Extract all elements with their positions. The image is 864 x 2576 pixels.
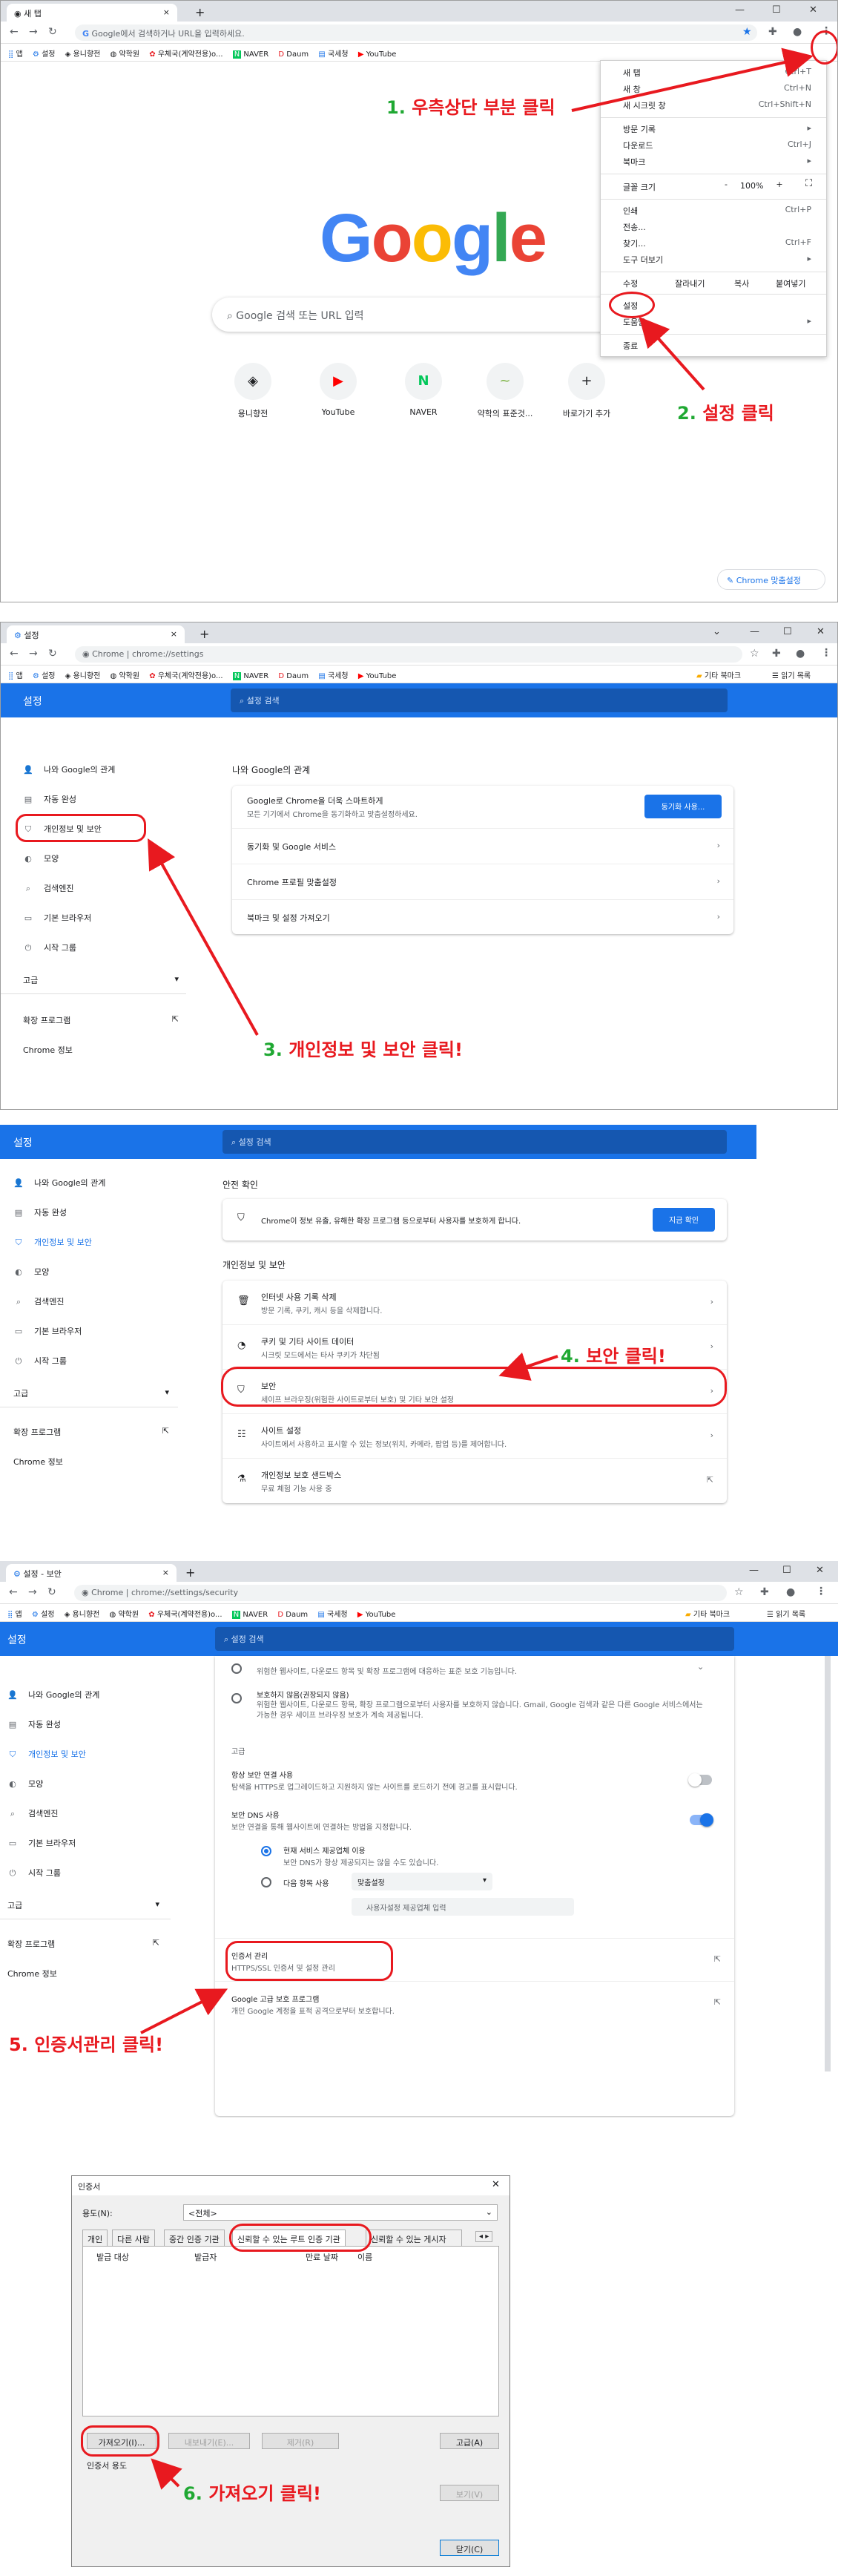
- annotation-arrows: [140, 1988, 228, 2034]
- arrow-to-settings: [639, 317, 705, 391]
- arrow-to-menu: [571, 47, 814, 112]
- panel-privacy: 설정 ⌕ 설정 검색 👤 나와 Google의 관계 ▤ 자동 완성 ⛉ 개인정보 및…: [0, 1125, 756, 1540]
- panel-new-tab: ◉ 새 탭 × + — ☐ ✕ ← → ↻ G Google에서 검색하거나 U…: [0, 0, 838, 602]
- panel-security: ⚙ 설정 - 보안 × + — ☐ ✕ ← → ↻ ◉ Chrome | chr…: [0, 1561, 838, 2117]
- annotation-arrows: [148, 838, 259, 1036]
- annotation-arrows: [571, 47, 814, 391]
- arrow-to-security: [498, 1352, 558, 1381]
- annotation-arrows: [151, 2458, 182, 2490]
- certificate-dialog: 인증서 ✕ 용도(N): <전체> ⌄ 개인 다른 사람 중간 인증 기관 신뢰…: [71, 2175, 510, 2567]
- panel-settings: ⚙ 설정 × + ⌄ — ☐ ✕ ← → ↻ ◉ Chrome | chrome…: [0, 622, 838, 1110]
- arrow-to-privacy: [148, 838, 259, 1036]
- arrow-to-certificates: [140, 1988, 228, 2034]
- arrow-to-import: [151, 2458, 182, 2490]
- annotation-arrows: [498, 1352, 558, 1381]
